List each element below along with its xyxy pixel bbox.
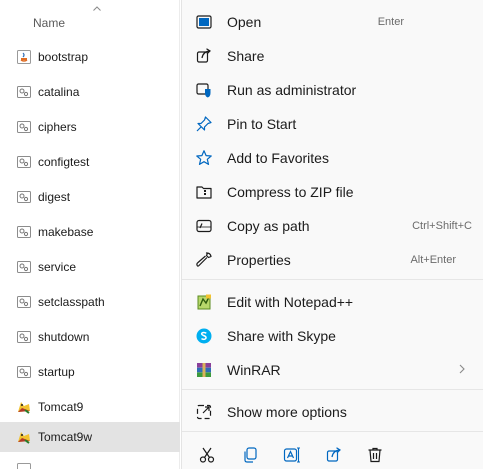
menu-item-label: Edit with Notepad++ [227,294,354,310]
file-row-setclasspath[interactable]: setclasspath [0,287,180,317]
show-more-icon [196,404,212,420]
menu-item-shortcut: Alt+Enter [410,254,456,266]
file-name: setclasspath [38,295,105,309]
file-name: shutdown [38,330,90,344]
menu-item-share[interactable]: Share [182,38,483,72]
file-row-ciphers[interactable]: ciphers [0,112,180,142]
star-icon [196,150,212,165]
file-row-service[interactable]: service [0,252,180,282]
copy-path-icon [196,219,212,233]
menu-item-share-with-skype[interactable]: Share with Skype [182,318,483,352]
chevron-right-icon [459,364,465,374]
menu-item-shortcut: Ctrl+Shift+C [412,220,472,232]
batch-file-icon [17,156,31,168]
pin-icon [196,116,212,132]
file-name: startup [38,365,75,379]
file-name: service [38,260,77,274]
file-row-configtest[interactable]: configtest [0,147,180,177]
file-row-digest[interactable]: digest [0,182,180,212]
batch-file-icon [17,121,31,133]
menu-item-label: Show more options [227,404,347,420]
cut-icon[interactable] [198,446,216,464]
batch-file-icon [17,331,31,343]
batch-file-icon [17,296,31,308]
file-row-makebase[interactable]: makebase [0,217,180,247]
file-row-partial[interactable] [0,455,180,469]
menu-item-label: WinRAR [227,362,281,378]
notepad-plus-plus-icon [197,294,211,310]
file-row-catalina[interactable]: catalina [0,77,180,107]
menu-item-winrar[interactable]: WinRAR [182,352,483,386]
menu-separator [182,431,483,432]
menu-separator [182,279,483,280]
batch-file-icon [17,226,31,238]
menu-item-open[interactable]: Open Enter [182,4,483,38]
file-name: ciphers [38,120,77,134]
menu-item-label: Add to Favorites [227,150,329,166]
sort-ascending-icon [93,6,101,11]
tomcat-icon [18,402,30,414]
menu-item-label: Properties [227,252,291,268]
open-icon [196,15,212,29]
menu-item-run-as-administrator[interactable]: Run as administrator [182,72,483,106]
file-name: Tomcat9w [38,430,93,444]
menu-item-label: Copy as path [227,218,310,234]
menu-item-label: Open [227,14,262,30]
name-column-label: Name [33,16,66,30]
menu-item-label: Run as administrator [227,82,357,98]
batch-file-icon [17,261,31,273]
name-column-header[interactable]: Name [0,0,180,36]
menu-separator [182,389,483,390]
winrar-icon [197,363,211,377]
menu-item-properties[interactable]: Properties Alt+Enter [182,242,483,276]
file-name: Tomcat9 [38,400,84,414]
skype-icon [196,328,212,344]
menu-item-add-to-favorites[interactable]: Add to Favorites [182,140,483,174]
zip-icon [196,186,212,199]
file-row-tomcat9w[interactable]: Tomcat9w [0,422,180,452]
wrench-icon [196,252,212,267]
file-name: configtest [38,155,90,169]
shield-icon [196,83,211,98]
file-row-bootstrap[interactable]: bootstrap [0,42,180,72]
menu-item-label: Share [227,48,265,64]
menu-item-copy-as-path[interactable]: Copy as path Ctrl+Shift+C [182,208,483,242]
file-name: bootstrap [38,50,89,64]
java-jar-icon [17,50,31,64]
menu-item-label: Pin to Start [227,116,297,132]
share-icon [196,48,211,63]
batch-file-icon [17,86,31,98]
share-icon[interactable] [325,446,343,464]
file-row-tomcat9[interactable]: Tomcat9 [0,392,180,422]
menu-item-pin-to-start[interactable]: Pin to Start [182,106,483,140]
menu-item-edit-with-notepad[interactable]: Edit with Notepad++ [182,284,483,318]
menu-item-show-more-options[interactable]: Show more options [182,394,483,428]
rename-icon[interactable] [283,446,301,464]
copy-icon[interactable] [241,446,259,464]
menu-item-compress-to-zip[interactable]: Compress to ZIP file [182,174,483,208]
menu-item-label: Compress to ZIP file [227,184,354,200]
file-row-startup[interactable]: startup [0,357,180,387]
file-name: makebase [38,225,94,239]
menu-item-shortcut: Enter [377,16,404,28]
file-name: catalina [38,85,80,99]
batch-file-icon [17,191,31,203]
quick-action-bar [182,436,483,469]
file-name: digest [38,190,71,204]
file-list-pane: Name bootstrap catalina ciphers configte… [0,0,180,469]
batch-file-icon [17,366,31,378]
delete-icon[interactable] [366,446,384,464]
menu-item-label: Share with Skype [227,328,336,344]
tomcat-icon [18,432,30,444]
java-jar-icon [17,463,31,469]
file-row-shutdown[interactable]: shutdown [0,322,180,352]
context-menu: Open Enter Share Run as administrator Pi… [181,0,483,469]
